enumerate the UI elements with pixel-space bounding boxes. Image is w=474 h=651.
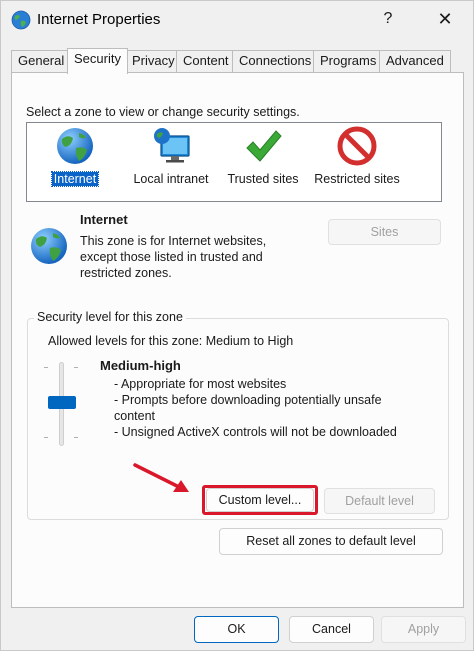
level-line: - Prompts before downloading potentially…	[114, 393, 382, 423]
custom-level-button[interactable]: Custom level...	[206, 488, 314, 512]
zone-label: Restricted sites	[314, 172, 400, 186]
zone-label: Internet	[50, 171, 100, 187]
security-slider-thumb[interactable]	[48, 396, 76, 409]
sites-button[interactable]: Sites	[328, 219, 441, 245]
slider-tick	[74, 367, 78, 368]
level-line: - Unsigned ActiveX controls will not be …	[114, 425, 397, 439]
zone-restricted-sites[interactable]: Restricted sites	[310, 126, 404, 186]
no-entry-icon	[337, 126, 377, 166]
slider-tick	[44, 437, 48, 438]
red-arrow-annotation	[133, 463, 189, 492]
window-title: Internet Properties	[37, 11, 161, 28]
globe-icon	[31, 228, 67, 264]
tab-privacy[interactable]: Privacy	[125, 50, 182, 72]
default-level-button[interactable]: Default level	[324, 488, 435, 514]
tab-programs[interactable]: Programs	[313, 50, 384, 72]
security-level-name: Medium-high	[100, 358, 181, 373]
zone-label: Trusted sites	[227, 172, 299, 186]
help-button[interactable]: ?	[378, 7, 398, 31]
globe-icon	[11, 10, 31, 30]
title-bar: Internet Properties ? ✕	[1, 1, 473, 39]
zone-local-intranet[interactable]: Local intranet	[129, 126, 213, 186]
allowed-levels-text: Allowed levels for this zone: Medium to …	[48, 334, 294, 348]
tab-security[interactable]: Security	[67, 48, 128, 74]
zone-internet[interactable]: Internet	[49, 126, 101, 187]
zone-list: Internet Local intranet Trusted sites Re…	[26, 122, 442, 202]
zone-trusted-sites[interactable]: Trusted sites	[223, 126, 303, 186]
security-level-title: Security level for this zone	[34, 310, 186, 324]
level-line: - Appropriate for most websites	[114, 377, 287, 391]
green-checkmark-icon	[246, 130, 282, 162]
globe-icon	[57, 128, 93, 164]
internet-properties-dialog: Internet Properties ? ✕ General Security…	[0, 0, 474, 651]
ok-button[interactable]: OK	[194, 616, 279, 643]
close-button[interactable]: ✕	[430, 5, 460, 33]
tab-general[interactable]: General	[11, 50, 72, 72]
zone-info-description: This zone is for Internet websites, exce…	[80, 234, 267, 280]
tab-advanced[interactable]: Advanced	[379, 50, 451, 72]
zone-label: Local intranet	[133, 172, 209, 186]
security-level-description: - Appropriate for most websites - Prompt…	[114, 376, 414, 440]
slider-tick	[74, 437, 78, 438]
monitor-globe-icon	[154, 128, 190, 163]
tab-connections[interactable]: Connections	[232, 50, 319, 72]
cancel-button[interactable]: Cancel	[289, 616, 374, 643]
zone-info-title: Internet	[80, 212, 128, 227]
zone-prompt: Select a zone to view or change security…	[26, 105, 300, 119]
slider-tick	[44, 367, 48, 368]
reset-all-zones-button[interactable]: Reset all zones to default level	[219, 528, 443, 555]
tab-content[interactable]: Content	[176, 50, 236, 72]
apply-button[interactable]: Apply	[381, 616, 466, 643]
